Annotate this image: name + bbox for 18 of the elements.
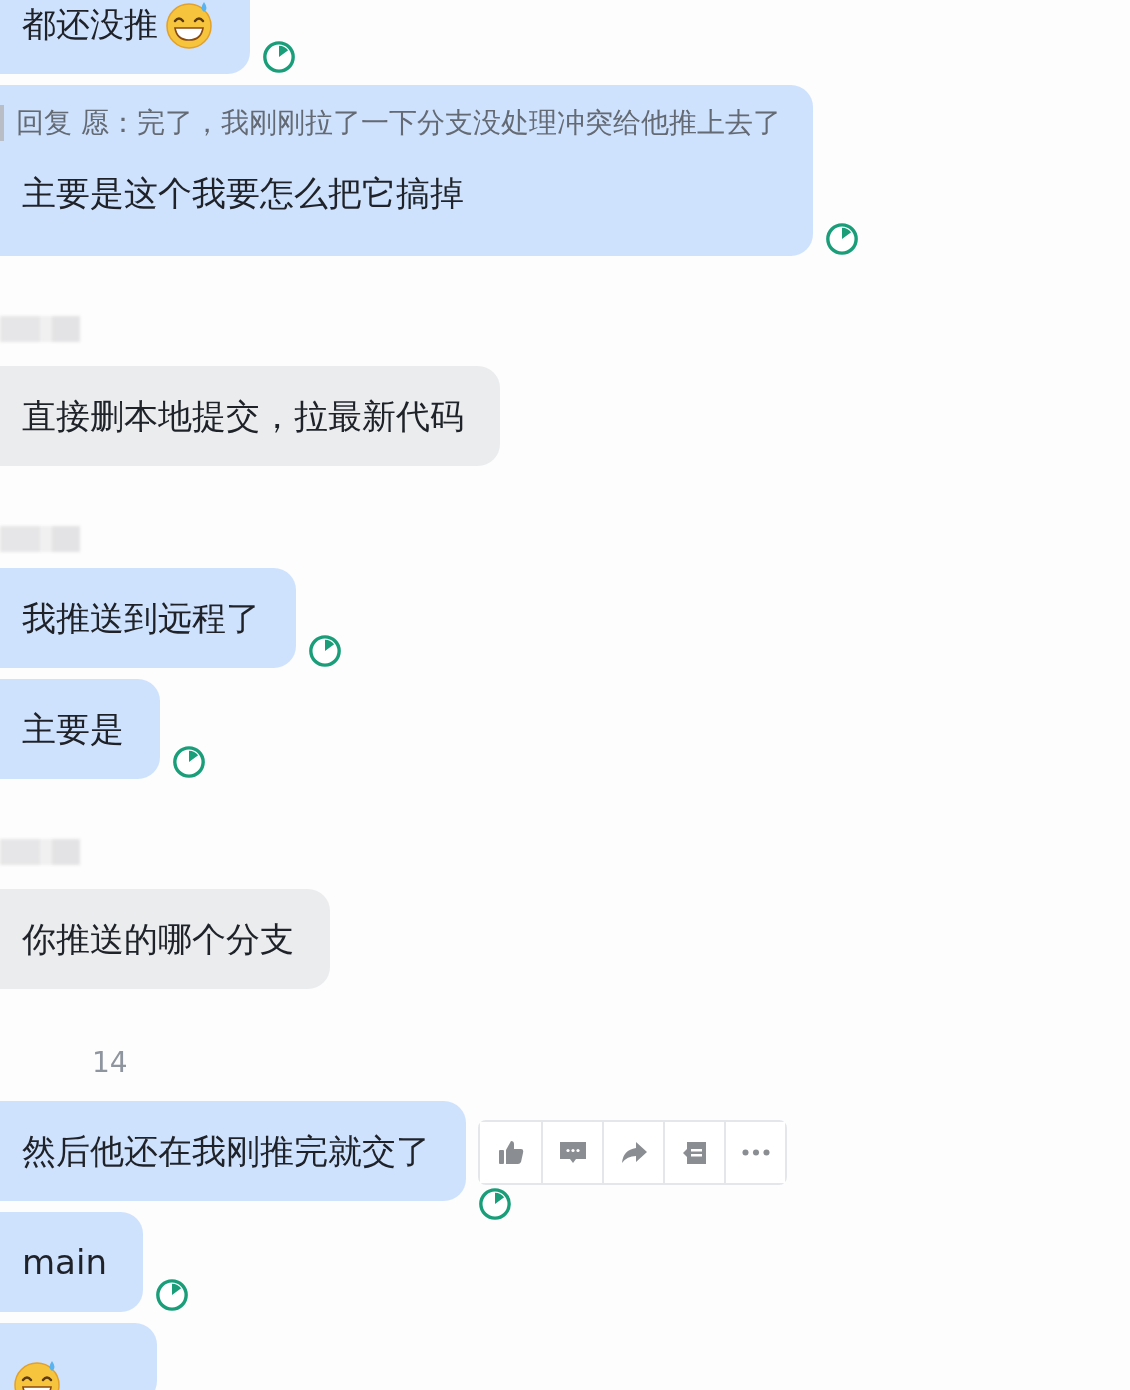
read-status-icon: [172, 745, 206, 779]
message-bubble: 然后他还在我刚推完就交了: [0, 1101, 466, 1201]
read-status-icon: [478, 1187, 512, 1221]
read-status-icon: [154, 1278, 189, 1312]
message-bubble: 直接删本地提交，拉最新代码: [0, 366, 500, 466]
more-button[interactable]: [724, 1122, 785, 1183]
message-bubble: 我推送到远程了: [0, 568, 296, 668]
read-status-icon: [262, 40, 296, 74]
reply-quote: 回复 愿：完了，我刚刚拉了一下分支没处理冲突给他推上去了: [0, 105, 781, 141]
message-time: 14: [92, 1051, 128, 1075]
message-bubble: 主要是: [0, 679, 160, 779]
read-status-icon: [308, 634, 342, 668]
message-bubble: 都还没推: [0, 0, 250, 74]
read-status-icon: [824, 222, 859, 256]
more-icon: [741, 1149, 770, 1156]
message-bubble: 回复 愿：完了，我刚刚拉了一下分支没处理冲突给他推上去了 主要是这个我要怎么把它搞掉: [0, 85, 813, 256]
message-bubble: main: [0, 1212, 143, 1312]
message-bubble: 你推送的哪个分支: [0, 889, 330, 989]
